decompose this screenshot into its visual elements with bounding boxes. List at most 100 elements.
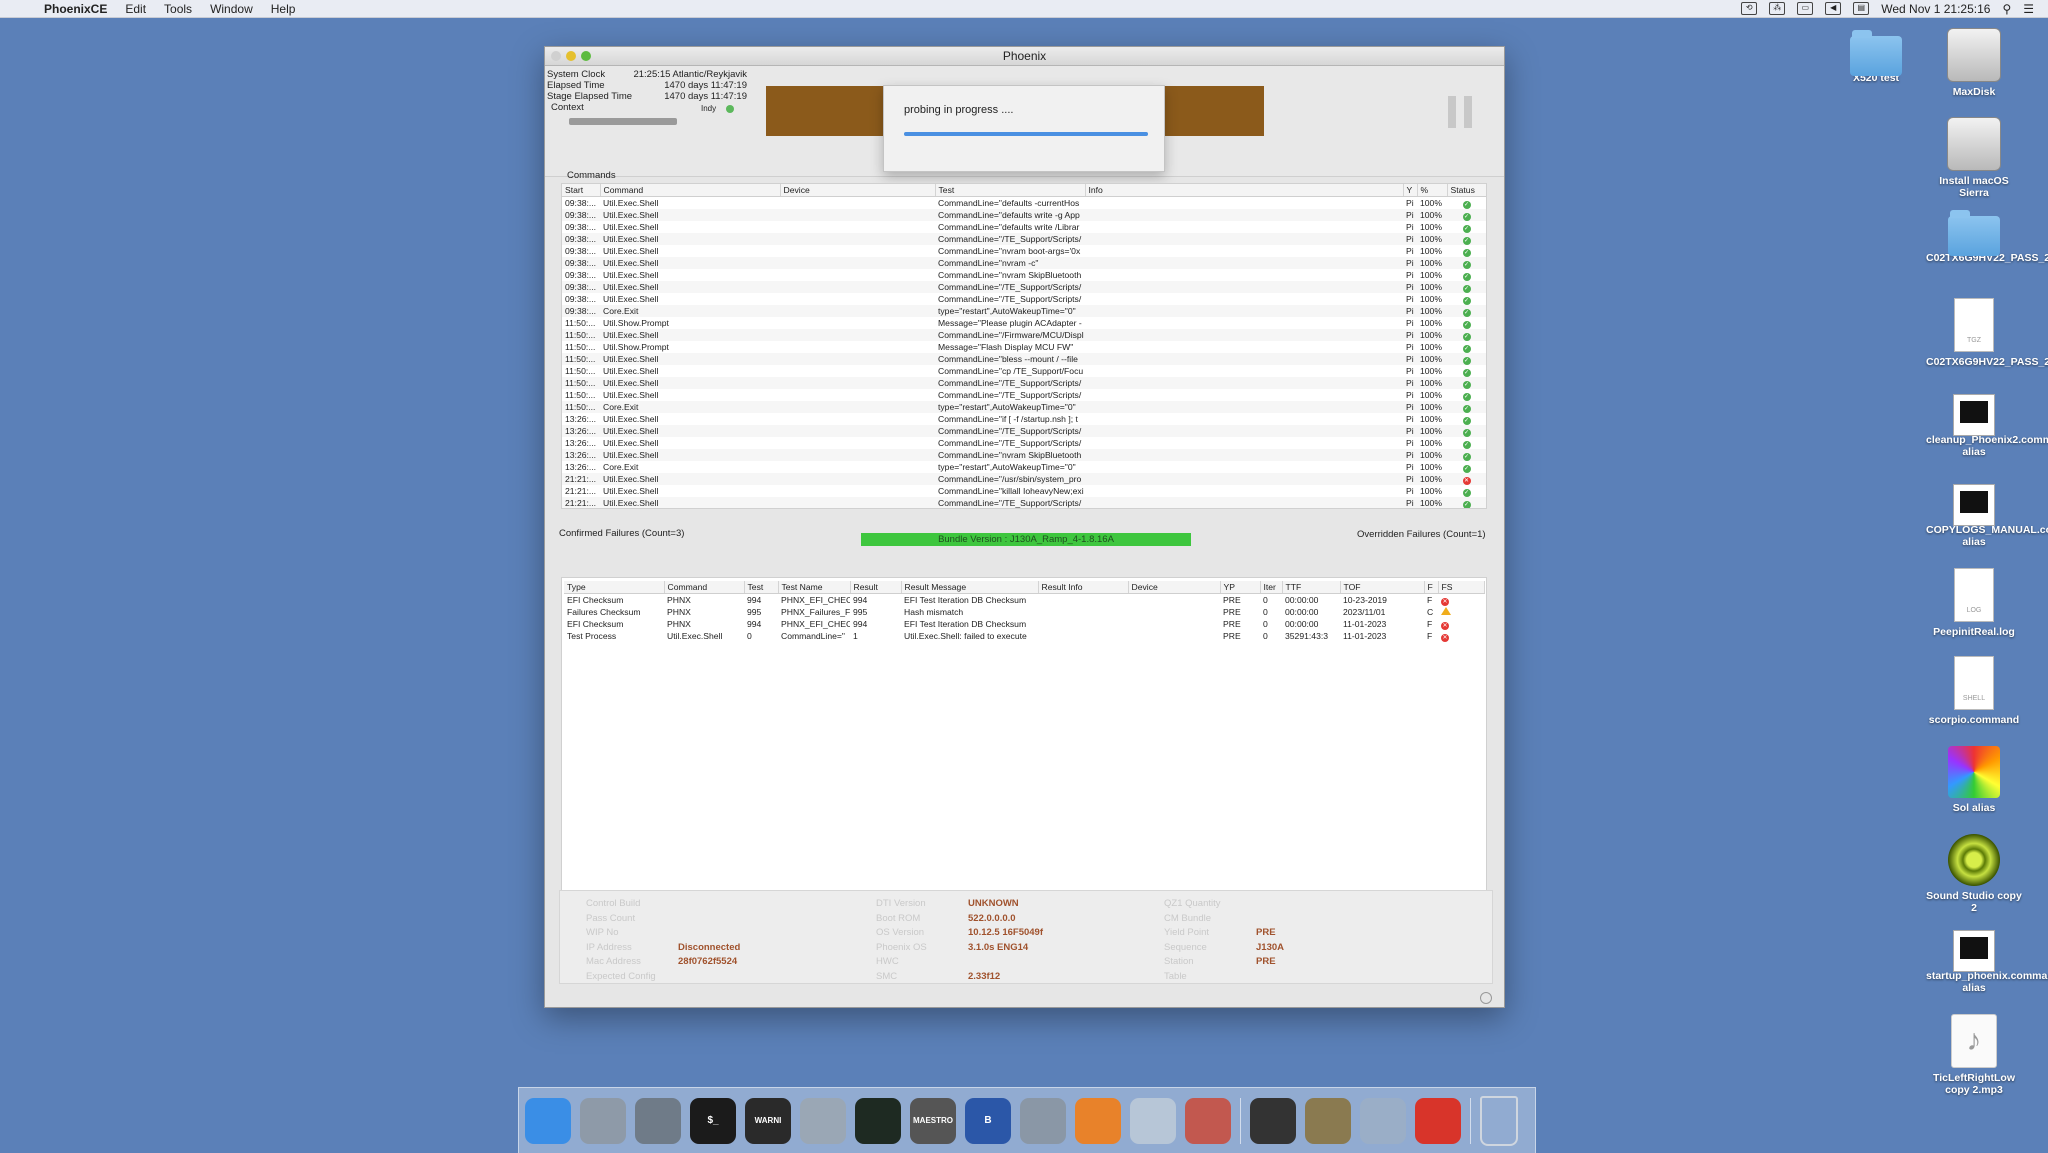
column-header[interactable]: Status	[1447, 184, 1486, 197]
table-row[interactable]: 09:38:... Util.Exec.Shell CommandLine="/TE…	[562, 281, 1486, 293]
table-row[interactable]: 09:38:... Util.Exec.Shell CommandLine="nvr…	[562, 269, 1486, 281]
table-row[interactable]: 09:38:... Core.Exit type="restart",AutoWak…	[562, 305, 1486, 317]
notification-center-icon[interactable]: ☰	[2023, 2, 2034, 16]
dock-app-network-utility[interactable]	[800, 1097, 846, 1144]
table-row[interactable]: Failures Checksum PHNX 995 PHNX_Failures_F 9…	[564, 606, 1484, 618]
table-row[interactable]: 09:38:... Util.Exec.Shell CommandLine="nvr…	[562, 257, 1486, 269]
dock-app-terminal[interactable]: $_	[690, 1097, 736, 1144]
column-header[interactable]: Info	[1085, 184, 1404, 197]
dock-app-flash[interactable]	[1415, 1097, 1461, 1144]
column-header[interactable]: Type	[564, 581, 665, 594]
dock-app-trash[interactable]	[1480, 1095, 1518, 1146]
desktop-icon[interactable]: COPYLOGS_MANUAL.command alias	[1926, 478, 2048, 548]
dock-app-chess[interactable]	[1305, 1097, 1351, 1144]
column-header[interactable]: Command	[664, 581, 745, 594]
zoom-button[interactable]	[581, 51, 591, 61]
table-row[interactable]: 21:21:... Util.Exec.Shell CommandLine="kil…	[562, 485, 1486, 497]
menu-app-name[interactable]: PhoenixCE	[44, 2, 107, 16]
dock-app-grapher[interactable]	[1185, 1097, 1231, 1144]
table-row[interactable]: 09:38:... Util.Exec.Shell CommandLine="def…	[562, 221, 1486, 233]
column-header[interactable]: FS	[1438, 581, 1485, 594]
dock-app-finder[interactable]	[525, 1097, 571, 1144]
table-row[interactable]: Test Process Util.Exec.Shell 0 CommandLine=…	[564, 630, 1484, 642]
table-row[interactable]: 13:26:... Util.Exec.Shell CommandLine="if …	[562, 413, 1486, 425]
table-row[interactable]: EFI Checksum PHNX 994 PHNX_EFI_CHEC 994 EFI T…	[564, 594, 1484, 607]
column-header[interactable]: Device	[1128, 581, 1221, 594]
title-bar[interactable]: Phoenix	[545, 47, 1504, 66]
table-row[interactable]: 13:26:... Util.Exec.Shell CommandLine="/TE…	[562, 425, 1486, 437]
desktop-icon[interactable]: SHELL scorpio.command	[1926, 656, 2022, 726]
dock-app-xcode[interactable]	[1360, 1097, 1406, 1144]
column-header[interactable]: Result	[850, 581, 902, 594]
table-row[interactable]: 11:50:... Util.Show.Prompt Message="Please…	[562, 317, 1486, 329]
pause-button[interactable]	[1448, 96, 1472, 128]
column-header[interactable]: Command	[600, 184, 781, 197]
table-row[interactable]: 11:50:... Util.Exec.Shell CommandLine="ble…	[562, 353, 1486, 365]
column-header[interactable]: Test	[744, 581, 779, 594]
desktop-icon[interactable]: Install macOS Sierra	[1926, 117, 2022, 199]
table-row[interactable]: 21:21:... Util.Exec.Shell CommandLine="/us…	[562, 473, 1486, 485]
table-row[interactable]: 09:38:... Util.Exec.Shell CommandLine="def…	[562, 209, 1486, 221]
table-row[interactable]: 11:50:... Util.Exec.Shell CommandLine="/TE…	[562, 389, 1486, 401]
dock-app-bbedit[interactable]: B	[965, 1097, 1011, 1144]
table-row[interactable]: 09:38:... Util.Exec.Shell CommandLine="/TE…	[562, 293, 1486, 305]
table-row[interactable]: 11:50:... Util.Exec.Shell CommandLine="cp …	[562, 365, 1486, 377]
desktop-icon[interactable]: C02TX6G9HV22_PASS_201...09_06_11	[1926, 208, 2048, 264]
table-row[interactable]: 09:38:... Util.Exec.Shell CommandLine="/TE…	[562, 233, 1486, 245]
dock-app-system-preferences[interactable]	[580, 1097, 626, 1144]
desktop-icon[interactable]: ♪ TicLeftRightLow copy 2.mp3	[1926, 1014, 2022, 1096]
table-row[interactable]: 11:50:... Util.Show.Prompt Message="Flash …	[562, 341, 1486, 353]
column-header[interactable]: %	[1417, 184, 1448, 197]
table-row[interactable]: 11:50:... Core.Exit type="restart",AutoWak…	[562, 401, 1486, 413]
desktop-icon[interactable]: Sol alias	[1926, 746, 2022, 814]
desktop-icon[interactable]: cleanup_Phoenix2.command alias	[1926, 388, 2048, 458]
menu-edit[interactable]: Edit	[125, 2, 146, 16]
table-row[interactable]: 13:26:... Core.Exit type="restart",AutoWak…	[562, 461, 1486, 473]
table-row[interactable]: 13:26:... Util.Exec.Shell CommandLine="/TE…	[562, 437, 1486, 449]
column-header[interactable]: Start	[562, 184, 601, 197]
column-header[interactable]: YP	[1220, 581, 1261, 594]
column-header[interactable]: Device	[780, 184, 936, 197]
keyboard-icon[interactable]: ▤	[1853, 2, 1870, 15]
table-row[interactable]: 09:38:... Util.Exec.Shell CommandLine="def…	[562, 197, 1486, 210]
network-icon[interactable]: ⁂	[1769, 2, 1786, 15]
spotlight-icon[interactable]: ⚲	[2002, 2, 2011, 16]
desktop-icon[interactable]: MaxDisk	[1926, 28, 2022, 98]
dock-app-disk-utility[interactable]	[635, 1097, 681, 1144]
desktop-icon[interactable]: startup_phoenix.command alias	[1926, 924, 2048, 994]
menu-window[interactable]: Window	[210, 2, 253, 16]
column-header[interactable]: Test	[935, 184, 1086, 197]
desktop-icon[interactable]: LOG PeepinitReal.log	[1926, 568, 2022, 638]
dock-app-tux[interactable]	[1250, 1097, 1296, 1144]
desktop-icon[interactable]: Sound Studio copy 2	[1926, 834, 2022, 914]
dock-app-instruments[interactable]	[1020, 1097, 1066, 1144]
minimize-button[interactable]	[566, 51, 576, 61]
table-row[interactable]: 13:26:... Util.Exec.Shell CommandLine="nvr…	[562, 449, 1486, 461]
dock-app-maestro[interactable]: MAESTRO	[910, 1097, 956, 1144]
table-row[interactable]: 09:38:... Util.Exec.Shell CommandLine="nvr…	[562, 245, 1486, 257]
column-header[interactable]: Test Name	[778, 581, 851, 594]
column-header[interactable]: F	[1424, 581, 1439, 594]
column-header[interactable]: Y	[1403, 184, 1418, 197]
dock-app-goku[interactable]	[1075, 1097, 1121, 1144]
table-row[interactable]: 21:21:... Util.Exec.Shell CommandLine="/TE…	[562, 497, 1486, 508]
volume-icon[interactable]: ◀	[1825, 2, 1842, 15]
table-row[interactable]: 11:50:... Util.Exec.Shell CommandLine="/TE…	[562, 377, 1486, 389]
column-header[interactable]: TTF	[1282, 581, 1341, 594]
desktop-icon[interactable]: TGZ C02TX6G9HV22_PASS_201...6_11.tgz	[1926, 298, 2048, 368]
close-button[interactable]	[551, 51, 561, 61]
table-row[interactable]: EFI Checksum PHNX 994 PHNX_EFI_CHEC 994 EFI T…	[564, 618, 1484, 630]
column-header[interactable]: Result Info	[1038, 581, 1129, 594]
column-header[interactable]: Result Message	[901, 581, 1039, 594]
dock-app-preview[interactable]	[1130, 1097, 1176, 1144]
time-machine-icon[interactable]: ⟲	[1741, 2, 1758, 15]
dock-app-activity-monitor[interactable]	[855, 1097, 901, 1144]
menu-clock[interactable]: Wed Nov 1 21:25:16	[1881, 2, 1990, 16]
menu-tools[interactable]: Tools	[164, 2, 192, 16]
menu-help[interactable]: Help	[271, 2, 296, 16]
column-header[interactable]: TOF	[1340, 581, 1425, 594]
dock-app-console[interactable]: WARNI	[745, 1097, 791, 1144]
desktop-icon[interactable]: X520 test	[1828, 28, 1924, 84]
column-header[interactable]: Iter	[1260, 581, 1283, 594]
display-icon[interactable]: ▭	[1797, 2, 1814, 15]
